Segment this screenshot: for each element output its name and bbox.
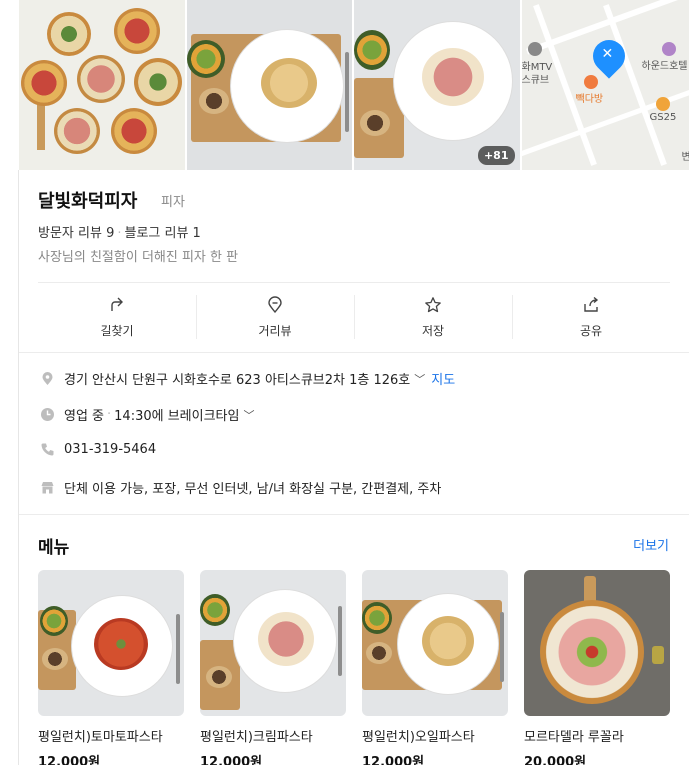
- mini-map[interactable]: 화MTV 스큐브 하운드호텔 ✕ 빽다방 GS25 변: [521, 0, 689, 170]
- map-label: 변: [681, 152, 689, 163]
- photo-pizzas[interactable]: [19, 0, 185, 170]
- menu-item-name: 평일런치)토마토파스타: [38, 730, 163, 745]
- menu-item-image: [38, 570, 184, 716]
- menu-item-price: 12,000원: [200, 755, 263, 765]
- save-button[interactable]: 저장: [354, 283, 512, 352]
- restaurant-icon: ✕: [601, 46, 614, 62]
- separator-dot: ·: [107, 407, 112, 422]
- share-button[interactable]: 공유: [512, 283, 670, 352]
- blog-reviews-link[interactable]: 블로그 리뷰 1: [124, 226, 200, 241]
- menu-item-name: 모르타델라 루꼴라: [524, 730, 624, 745]
- photo-count-badge[interactable]: +81: [477, 146, 515, 165]
- place-description: 사장님의 친절함이 더해진 피자 한 판: [38, 250, 239, 265]
- map-label: 하운드호텔: [641, 61, 688, 72]
- street-view-icon: [268, 296, 282, 314]
- map-label: GS25: [649, 112, 677, 123]
- pasta: [422, 48, 484, 106]
- menu-item-image: [200, 570, 346, 716]
- phone-icon: [38, 442, 56, 457]
- street-view-button[interactable]: 거리뷰: [196, 283, 354, 352]
- chevron-down-icon[interactable]: ﹀: [243, 407, 254, 423]
- photo-pasta-cream[interactable]: +81: [354, 0, 520, 170]
- phone-number[interactable]: 031-319-5464: [64, 442, 156, 457]
- map-link[interactable]: 지도: [431, 369, 455, 388]
- bread: [360, 110, 390, 136]
- convenience-store-icon: [655, 97, 670, 111]
- place-category: 피자: [161, 195, 185, 210]
- building-icon: [527, 42, 542, 56]
- divider: [19, 352, 689, 353]
- amenities-text: 단체 이용 가능, 포장, 무선 인터넷, 남/녀 화장실 구분, 간편결제, …: [64, 482, 442, 497]
- map-label: 빽다방: [575, 94, 604, 105]
- bread: [198, 88, 229, 114]
- pizza-image: [77, 55, 125, 103]
- menu-item-image: [524, 570, 670, 716]
- hours-row[interactable]: 영업 중 · 14:30에 브레이크타임 ﹀: [38, 405, 260, 424]
- photo-pasta-tray[interactable]: [186, 0, 352, 170]
- street-view-label: 거리뷰: [258, 324, 292, 338]
- location-icon: [38, 371, 56, 386]
- photo-strip: +81 화MTV 스큐브 하운드호텔 ✕ 빽다방 GS25 변: [19, 0, 689, 170]
- address-text: 경기 안산시 단원구 시화호수로 623 아티스큐브2차 1층 126호: [64, 373, 411, 388]
- menu-item[interactable]: 평일런치)크림파스타 12,000원: [200, 570, 346, 765]
- menu-item-name: 평일런치)크림파스타: [200, 730, 313, 745]
- directions-button[interactable]: 길찾기: [38, 283, 196, 352]
- panel-border: [18, 170, 19, 765]
- directions-label: 길찾기: [100, 324, 134, 338]
- menu-item-price: 12,000원: [38, 755, 101, 765]
- directions-icon: [111, 297, 123, 311]
- review-summary: 방문자 리뷰 9 · 블로그 리뷰 1: [38, 222, 201, 241]
- separator-dot: ·: [117, 226, 122, 241]
- amenities-row: 단체 이용 가능, 포장, 무선 인터넷, 남/녀 화장실 구분, 간편결제, …: [38, 478, 441, 497]
- store-icon: [38, 480, 56, 495]
- share-label: 공유: [579, 324, 603, 338]
- board: [37, 100, 45, 150]
- pizza-image: [111, 108, 157, 154]
- pasta: [260, 58, 317, 108]
- menu-section-title: 메뉴: [38, 538, 70, 558]
- visitor-reviews-link[interactable]: 방문자 리뷰 9: [38, 226, 114, 241]
- pizza-image: [114, 8, 160, 54]
- menu-item[interactable]: 평일런치)오일파스타 12,000원: [362, 570, 508, 765]
- salad-bowl: [186, 40, 225, 78]
- address-row: 경기 안산시 단원구 시화호수로 623 아티스큐브2차 1층 126호 ﹀ 지…: [38, 369, 455, 388]
- menu-item[interactable]: 모르타델라 루꼴라 20,000원: [524, 570, 670, 765]
- open-status: 영업 중: [64, 409, 105, 424]
- menu-item-name: 평일런치)오일파스타: [362, 730, 475, 745]
- pizza-image: [47, 12, 91, 56]
- hotel-icon: [661, 42, 676, 56]
- menu-item[interactable]: 평일런치)토마토파스타 12,000원: [38, 570, 184, 765]
- chevron-down-icon[interactable]: ﹀: [414, 371, 425, 387]
- action-bar: 길찾기 거리뷰 저장 공유: [38, 282, 670, 352]
- map-road: [602, 4, 667, 166]
- salad-bowl: [354, 30, 390, 70]
- pizza-image: [134, 58, 182, 106]
- clock-icon: [38, 407, 56, 422]
- save-label: 저장: [421, 324, 445, 338]
- fork: [344, 52, 349, 132]
- menu-item-price: 20,000원: [524, 755, 587, 765]
- place-name: 달빛화덕피자: [38, 191, 138, 212]
- pizza-image: [21, 60, 67, 106]
- star-icon: [425, 297, 441, 313]
- share-icon: [584, 296, 599, 312]
- divider: [19, 514, 689, 515]
- menu-item-price: 12,000원: [362, 755, 425, 765]
- menu-more-link[interactable]: 더보기: [633, 535, 669, 554]
- map-label: 스큐브: [521, 75, 550, 86]
- cafe-icon: [583, 75, 598, 89]
- menu-item-image: [362, 570, 508, 716]
- break-time: 14:30에 브레이크타임: [114, 409, 240, 424]
- pizza-image: [54, 108, 100, 154]
- phone-row: 031-319-5464: [38, 442, 156, 457]
